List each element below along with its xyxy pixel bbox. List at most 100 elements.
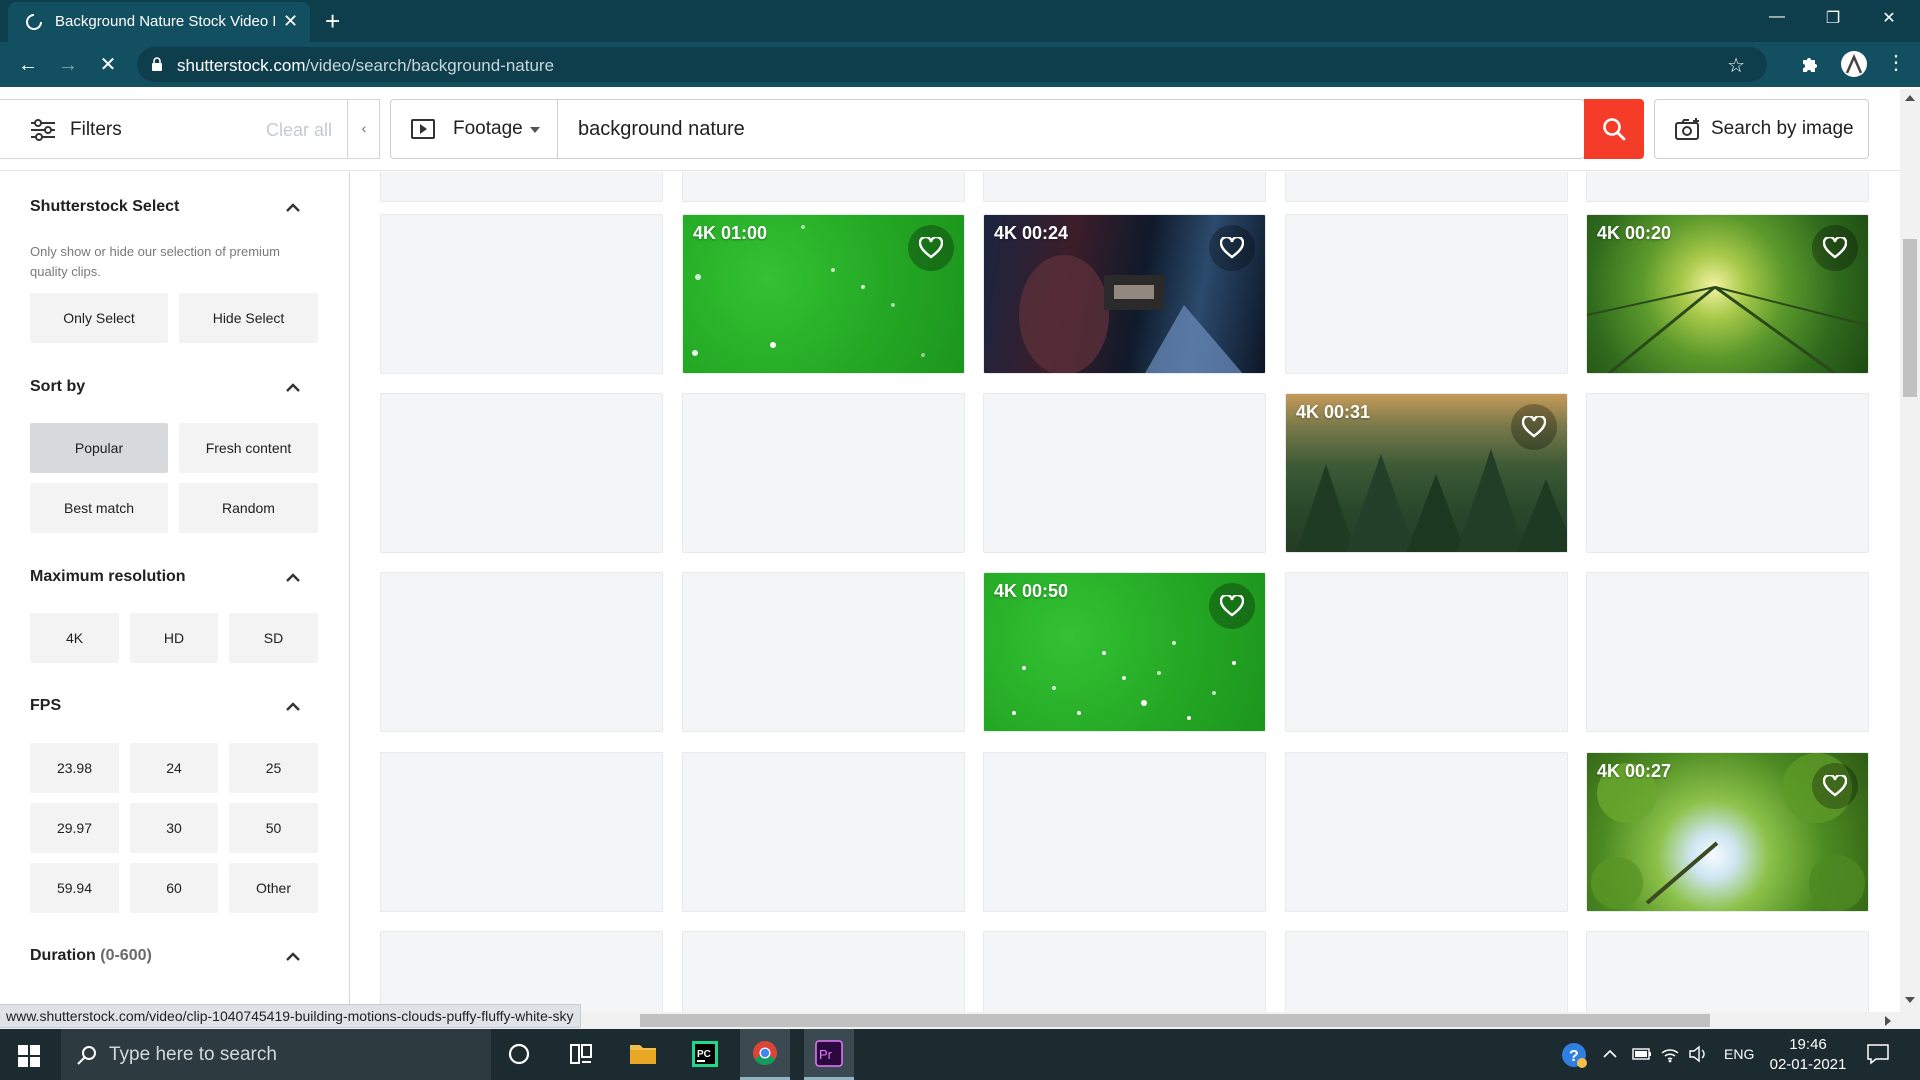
collapse-filters-button[interactable]: ‹ (347, 99, 380, 159)
browser-menu-icon[interactable]: ⋮ (1886, 52, 1906, 74)
fps-option-button[interactable]: 24 (130, 743, 218, 793)
heart-icon[interactable] (1812, 763, 1858, 809)
hide-select-button[interactable]: Hide Select (179, 293, 318, 343)
filters-toggle[interactable]: Filters Clear all (0, 99, 380, 159)
chevron-up-icon[interactable] (1602, 1046, 1618, 1080)
clip-tile-placeholder[interactable] (380, 214, 663, 374)
resolution-4k-button[interactable]: 4K (30, 613, 119, 663)
only-select-button[interactable]: Only Select (30, 293, 168, 343)
address-bar[interactable]: shutterstock.com/video/search/background… (137, 47, 1767, 82)
battery-icon[interactable] (1632, 1047, 1652, 1080)
clip-tile-placeholder[interactable] (1586, 572, 1869, 732)
clip-tile-placeholder[interactable] (983, 393, 1266, 553)
clip-tile-placeholder[interactable] (983, 172, 1266, 202)
sort-best-match-button[interactable]: Best match (30, 483, 168, 533)
extensions-puzzle-icon[interactable] (1800, 54, 1820, 74)
clip-tile-placeholder[interactable] (682, 172, 965, 202)
pycharm-icon[interactable]: PC (680, 1029, 730, 1080)
scroll-right-icon[interactable] (1885, 1016, 1891, 1026)
stop-loading-icon[interactable]: ✕ (96, 53, 120, 77)
fps-option-button[interactable]: 50 (229, 803, 318, 853)
search-button[interactable] (1584, 99, 1644, 159)
link-status-bubble: www.shutterstock.com/video/clip-10407454… (0, 1004, 581, 1028)
language-indicator[interactable]: ENG (1724, 1046, 1754, 1080)
fps-option-button[interactable]: 59.94 (30, 863, 119, 913)
profile-avatar[interactable] (1841, 51, 1867, 77)
clip-tile-placeholder[interactable] (380, 393, 663, 553)
task-view-icon[interactable] (556, 1029, 606, 1080)
clip-tile-placeholder[interactable] (682, 572, 965, 732)
clip-tile[interactable]: 4K 00:20 (1586, 214, 1869, 374)
clip-tile-placeholder[interactable] (1285, 752, 1568, 912)
chevron-up-icon[interactable] (283, 947, 303, 967)
file-explorer-icon[interactable] (618, 1029, 668, 1080)
clip-tile-placeholder[interactable] (1586, 393, 1869, 553)
clip-tile-placeholder[interactable] (983, 752, 1266, 912)
fps-other-button[interactable]: Other (229, 863, 318, 913)
wifi-icon[interactable] (1660, 1045, 1680, 1080)
heart-icon[interactable] (1209, 583, 1255, 629)
cortana-icon[interactable] (494, 1029, 544, 1080)
resolution-sd-button[interactable]: SD (229, 613, 318, 663)
heart-icon[interactable] (1511, 404, 1557, 450)
fps-option-button[interactable]: 60 (130, 863, 218, 913)
clip-tile-placeholder[interactable] (1285, 572, 1568, 732)
clip-tile-placeholder[interactable] (682, 393, 965, 553)
chevron-up-icon[interactable] (283, 568, 303, 588)
heart-icon[interactable] (908, 225, 954, 271)
heart-icon[interactable] (1812, 225, 1858, 271)
clip-tile-placeholder[interactable] (1586, 172, 1869, 202)
browser-tab[interactable]: Background Nature Stock Video F ✕ (8, 2, 310, 42)
camera-plus-icon (1675, 118, 1701, 140)
scrollbar-thumb[interactable] (640, 1014, 1710, 1027)
clip-tile[interactable]: 4K 00:24 (983, 214, 1266, 374)
clip-tile[interactable]: 4K 00:27 (1586, 752, 1869, 912)
taskbar-clock[interactable]: 19:46 02-01-2021 (1768, 1035, 1848, 1075)
back-icon[interactable]: ← (16, 53, 40, 77)
vertical-scrollbar[interactable] (1900, 89, 1920, 1029)
clip-tile[interactable]: 4K 00:50 (983, 572, 1266, 732)
clip-tile-placeholder[interactable] (380, 752, 663, 912)
taskbar-search-box[interactable]: Type here to search (61, 1029, 491, 1080)
window-close-icon[interactable]: ✕ (1866, 8, 1912, 34)
clip-tile-placeholder[interactable] (682, 752, 965, 912)
sort-random-button[interactable]: Random (179, 483, 318, 533)
sliders-icon (30, 119, 56, 141)
search-input[interactable] (578, 100, 1528, 158)
clear-all-link[interactable]: Clear all (266, 120, 332, 141)
chrome-icon[interactable] (740, 1029, 790, 1080)
resolution-hd-button[interactable]: HD (130, 613, 218, 663)
chevron-up-icon[interactable] (283, 697, 303, 717)
fps-option-button[interactable]: 25 (229, 743, 318, 793)
fps-option-button[interactable]: 30 (130, 803, 218, 853)
volume-icon[interactable] (1688, 1045, 1708, 1080)
heart-icon[interactable] (1209, 225, 1255, 271)
chevron-up-icon[interactable] (283, 198, 303, 218)
scroll-up-icon[interactable] (1905, 95, 1915, 101)
scroll-down-icon[interactable] (1905, 997, 1915, 1003)
sort-fresh-content-button[interactable]: Fresh content (179, 423, 318, 473)
new-tab-icon[interactable]: + (325, 8, 340, 34)
restore-icon[interactable]: ❐ (1810, 8, 1856, 34)
media-type-dropdown[interactable]: Footage (391, 100, 558, 158)
clip-tile-placeholder[interactable] (380, 172, 663, 202)
search-by-image-button[interactable]: Search by image (1654, 99, 1869, 159)
sort-popular-button[interactable]: Popular (30, 423, 168, 473)
clip-tile-placeholder[interactable] (1285, 214, 1568, 374)
tab-close-icon[interactable]: ✕ (283, 12, 298, 30)
minimize-icon[interactable]: — (1754, 8, 1800, 34)
fps-option-button[interactable]: 29.97 (30, 803, 119, 853)
clip-tile-placeholder[interactable] (380, 572, 663, 732)
premiere-pro-icon[interactable]: Pr (804, 1029, 854, 1080)
forward-icon[interactable]: → (56, 53, 80, 77)
help-icon[interactable]: ? (1560, 1041, 1588, 1080)
clip-tile-placeholder[interactable] (1285, 172, 1568, 202)
windows-start-icon[interactable] (18, 1045, 40, 1067)
fps-option-button[interactable]: 23.98 (30, 743, 119, 793)
chevron-up-icon[interactable] (283, 378, 303, 398)
notifications-icon[interactable] (1866, 1043, 1890, 1080)
bookmark-star-icon[interactable]: ☆ (1727, 53, 1745, 78)
scrollbar-thumb[interactable] (1903, 239, 1917, 397)
clip-tile[interactable]: 4K 01:00 (682, 214, 965, 374)
clip-tile[interactable]: 4K 00:31 (1285, 393, 1568, 553)
